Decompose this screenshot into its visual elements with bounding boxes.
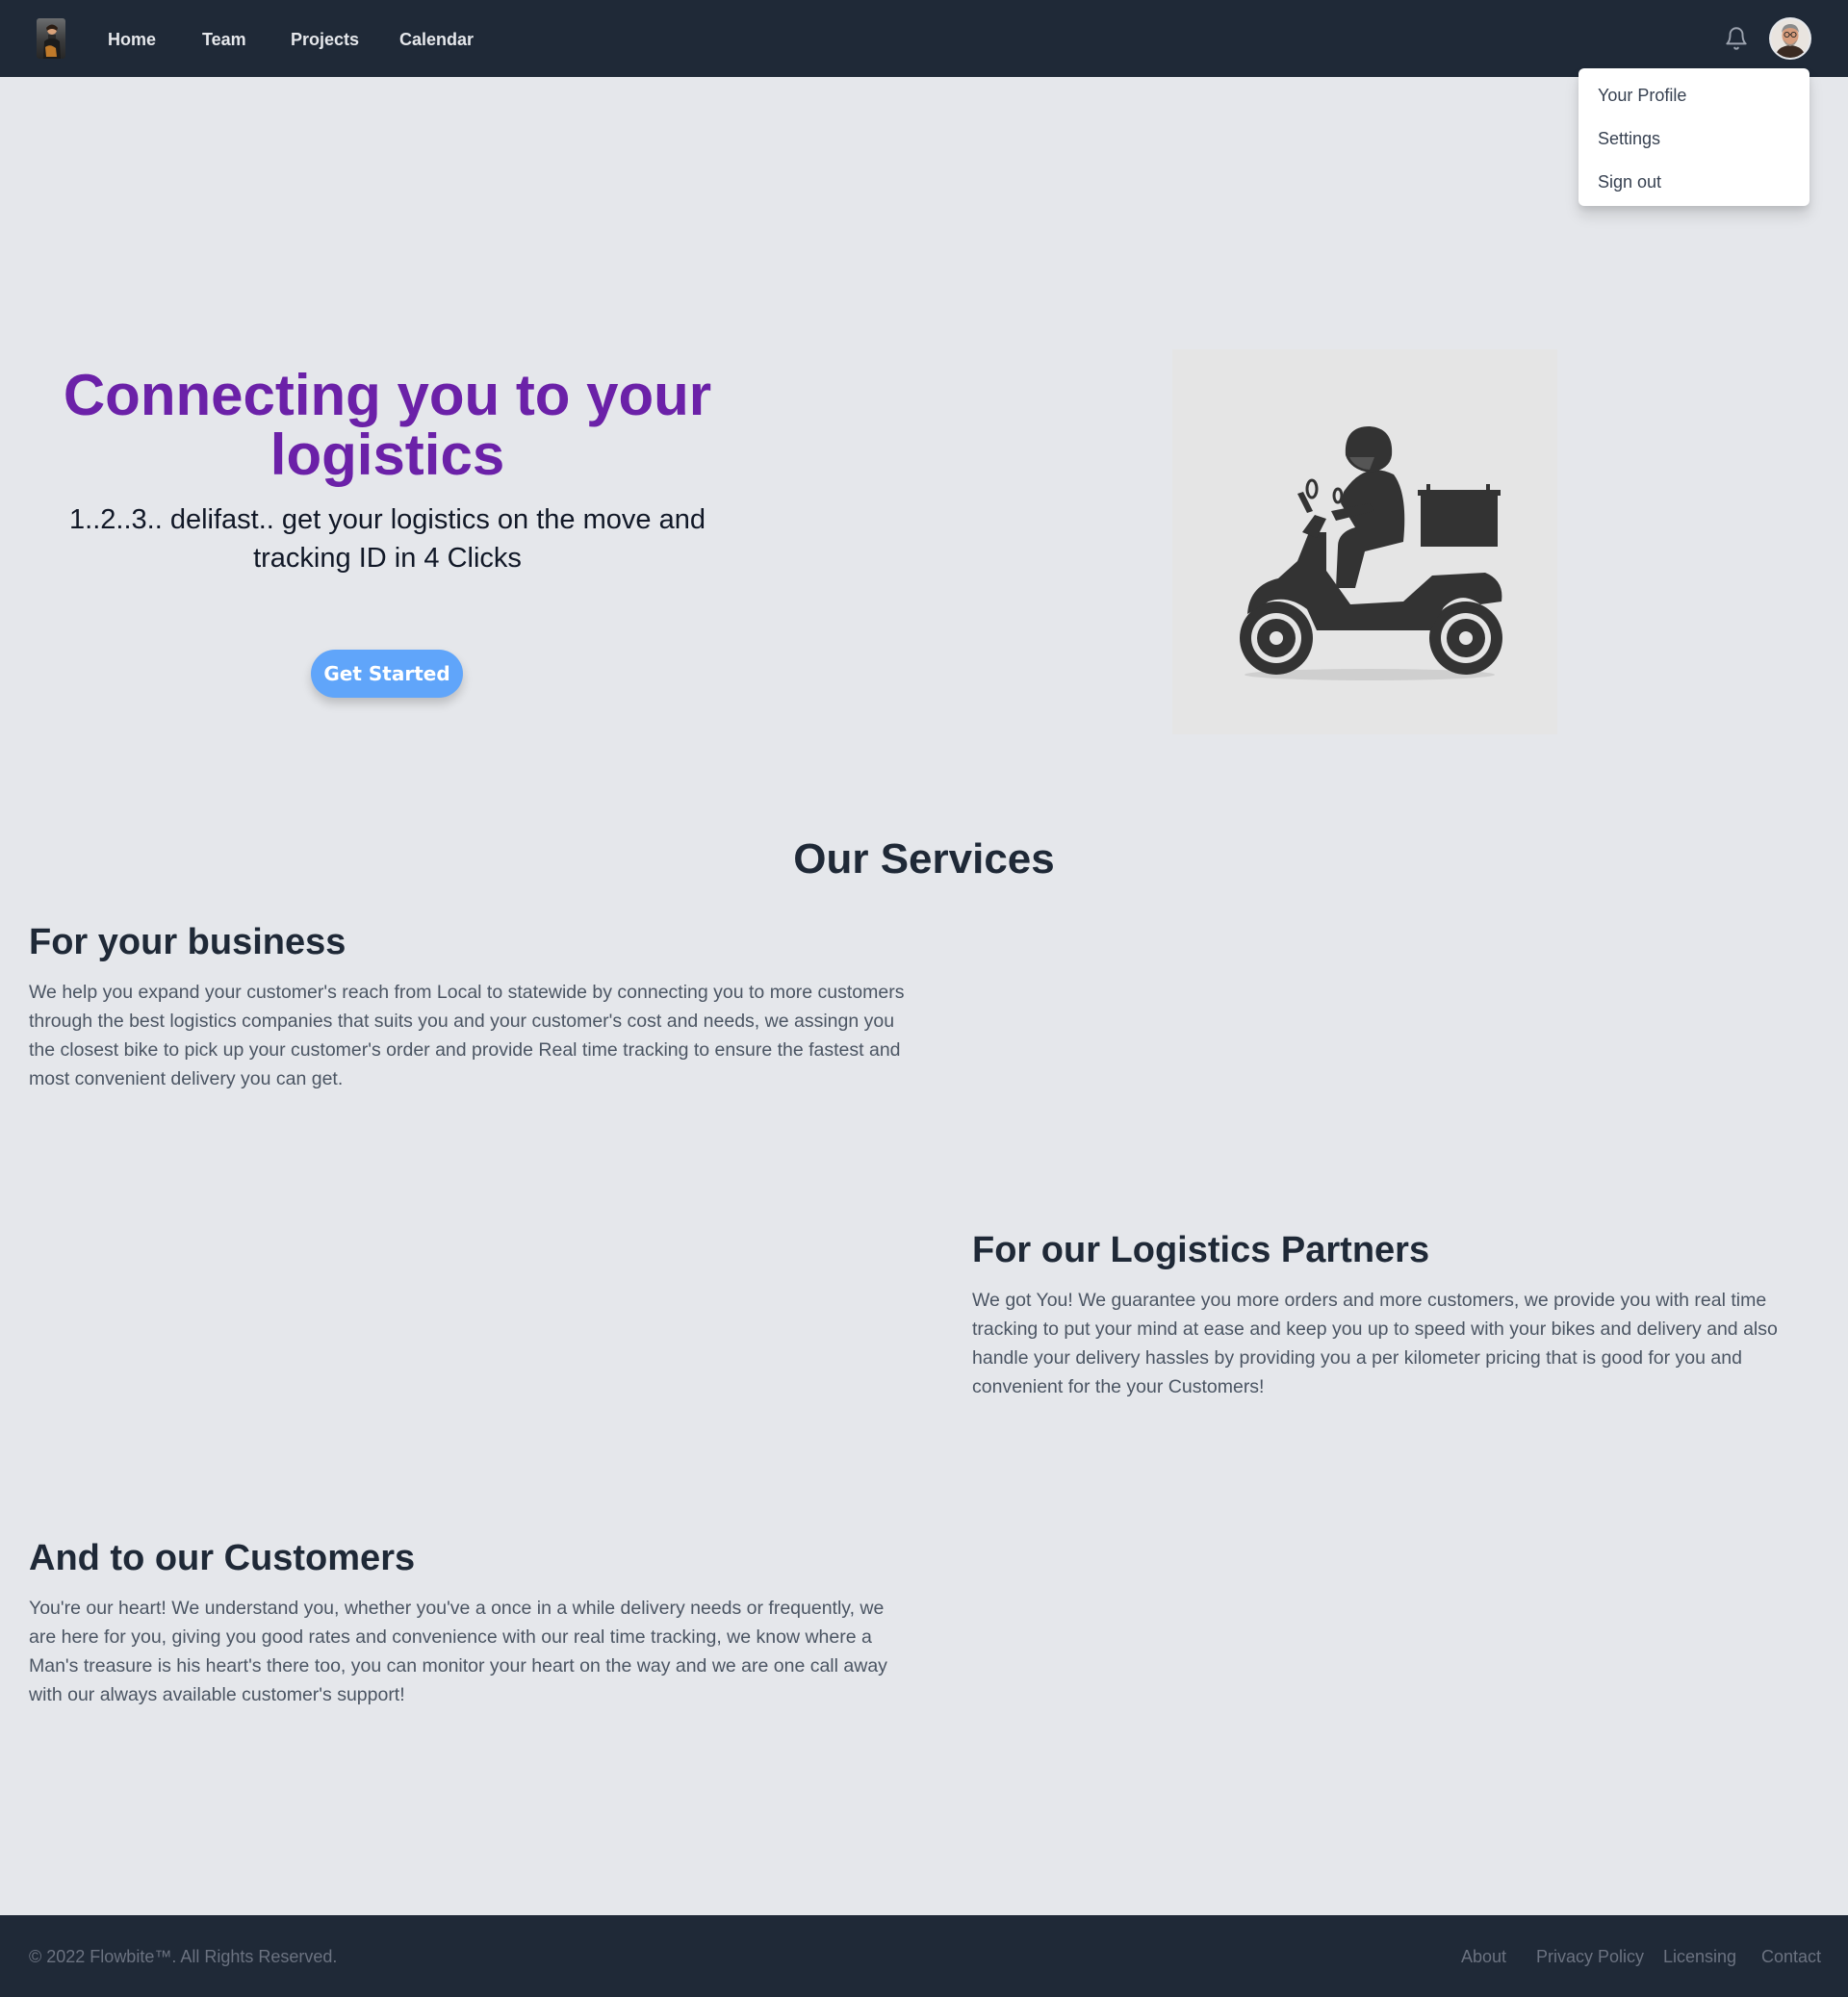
nav-link-home[interactable]: Home bbox=[108, 28, 156, 51]
service-heading: And to our Customers bbox=[29, 1538, 416, 1578]
hero-image bbox=[1172, 349, 1557, 734]
footer-link-privacy-policy[interactable]: Privacy Policy bbox=[1536, 1945, 1644, 1968]
menu-item-your-profile[interactable]: Your Profile bbox=[1598, 84, 1686, 107]
nav-link-team[interactable]: Team bbox=[202, 28, 246, 51]
get-started-button[interactable]: Get Started bbox=[311, 650, 463, 698]
service-heading: For your business bbox=[29, 922, 346, 962]
nav-link-projects[interactable]: Projects bbox=[291, 28, 359, 51]
copyright-text: © 2022 Flowbite™. All Rights Reserved. bbox=[29, 1947, 338, 1966]
menu-item-sign-out[interactable]: Sign out bbox=[1598, 170, 1661, 193]
service-text: We got You! We guarantee you more orders… bbox=[972, 1290, 1778, 1397]
service-text: We help you expand your customer's reach… bbox=[29, 982, 905, 1089]
nav-link-calendar[interactable]: Calendar bbox=[399, 28, 474, 51]
footer: © 2022 Flowbite™. All Rights Reserved. A… bbox=[0, 1915, 1848, 1997]
brand-logo[interactable] bbox=[37, 18, 65, 59]
footer-link-licensing[interactable]: Licensing bbox=[1663, 1945, 1736, 1968]
service-text: You're our heart! We understand you, whe… bbox=[29, 1598, 887, 1705]
footer-link-about[interactable]: About bbox=[1461, 1945, 1506, 1968]
notification-bell-icon[interactable] bbox=[1724, 25, 1749, 52]
services-title: Our Services bbox=[793, 835, 1055, 883]
scooter-delivery-icon bbox=[1240, 426, 1502, 680]
top-navbar: Home Team Projects Calendar bbox=[0, 0, 1848, 77]
footer-link-contact[interactable]: Contact bbox=[1761, 1945, 1821, 1968]
user-avatar[interactable] bbox=[1771, 19, 1810, 58]
hero-subtitle: 1..2..3.. delifast.. get your logistics … bbox=[69, 504, 706, 574]
user-dropdown-menu: Your Profile Settings Sign out bbox=[1578, 68, 1810, 206]
hero-title: Connecting you to your logistics bbox=[63, 363, 712, 487]
menu-item-settings[interactable]: Settings bbox=[1598, 127, 1660, 150]
service-heading: For our Logistics Partners bbox=[972, 1230, 1430, 1270]
